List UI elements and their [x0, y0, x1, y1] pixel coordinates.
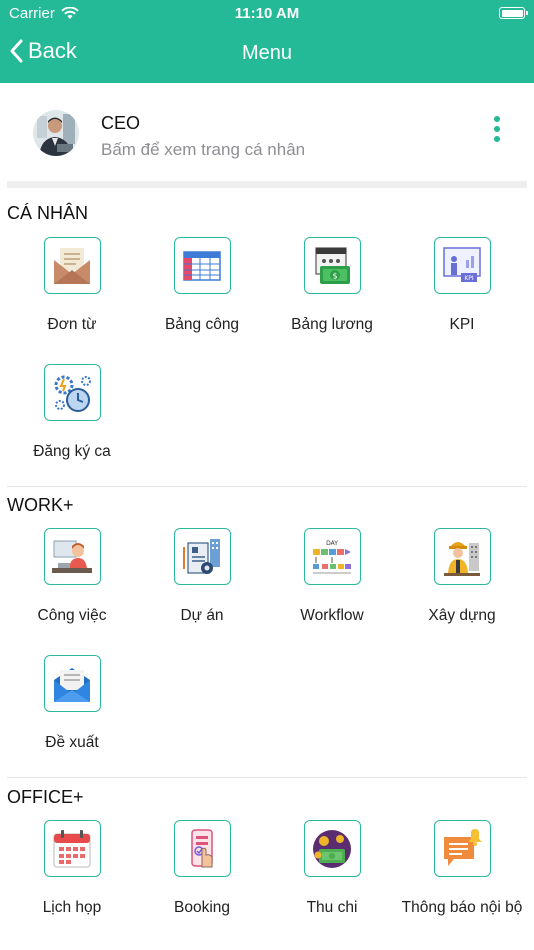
svg-text:$: $: [332, 271, 337, 280]
tile-don-tu[interactable]: Đơn từ: [7, 237, 137, 335]
section-title-work-plus: WORK+: [7, 495, 74, 515]
tile-icon-box: [433, 820, 491, 877]
svg-text:DAY: DAY: [326, 540, 338, 547]
more-options-button[interactable]: [493, 116, 501, 142]
tile-label: Workflow: [300, 607, 364, 624]
spreadsheet-icon: [183, 250, 221, 281]
tile-label: Thông báo nội bộ: [401, 899, 523, 916]
tile-label: Đơn từ: [47, 316, 97, 333]
tile-booking[interactable]: Booking: [137, 820, 267, 918]
tile-icon-box: [43, 528, 101, 585]
construction-worker-icon: [444, 541, 480, 576]
battery-icon: [499, 7, 528, 19]
profile-subtitle: Bấm để xem trang cá nhân: [101, 140, 306, 159]
tile-thong-bao-noi-bo[interactable]: Thông báo nội bộ: [397, 820, 527, 918]
letter-envelope-icon: [54, 247, 90, 284]
income-expense-icon: [313, 829, 351, 868]
tile-label: Thu chi: [306, 899, 358, 916]
page-title: Menu: [241, 42, 293, 64]
tile-du-an[interactable]: Dự án: [137, 528, 267, 626]
tile-dang-ky-ca[interactable]: Đăng ký ca: [7, 364, 137, 462]
kpi-presentation-icon: KPI: [443, 246, 481, 282]
tile-icon-box: $: [303, 237, 361, 294]
tile-label: KPI: [449, 316, 475, 333]
tile-label: Công việc: [37, 607, 107, 624]
status-time: 11:10 AM: [234, 5, 300, 22]
shift-clock-gears-icon: [54, 375, 91, 412]
tile-xay-dung[interactable]: Xây dựng: [397, 528, 527, 626]
more-dot-icon: [494, 136, 500, 142]
tile-workflow[interactable]: DAY Workflow: [267, 528, 397, 626]
tile-lich-hop[interactable]: Lịch họp: [7, 820, 137, 918]
tile-label: Đăng ký ca: [33, 443, 111, 460]
divider: [7, 777, 527, 778]
tile-icon-box: [43, 364, 101, 421]
tile-cong-viec[interactable]: Công việc: [7, 528, 137, 626]
proposal-envelope-icon: [54, 667, 90, 702]
tile-bang-cong[interactable]: Bảng công: [137, 237, 267, 335]
avatar: [33, 110, 79, 156]
booking-phone-icon: [191, 828, 213, 867]
tile-bang-luong[interactable]: $ Bảng lương: [267, 237, 397, 335]
tile-icon-box: [43, 820, 101, 877]
tile-icon-box: [43, 655, 101, 712]
notification-bell-icon: [444, 828, 482, 866]
divider: [7, 181, 527, 188]
tile-label: Xây dựng: [428, 607, 496, 624]
tile-icon-box: [173, 820, 231, 877]
tile-label: Booking: [173, 899, 230, 916]
tile-de-xuat[interactable]: Đề xuất: [7, 655, 137, 753]
section-title-ca-nhan: CÁ NHÂN: [7, 203, 89, 223]
person-at-desk-icon: [52, 540, 92, 573]
more-dot-icon: [494, 116, 500, 122]
project-documents-icon: [183, 538, 220, 574]
profile-name: CEO: [101, 113, 141, 133]
tile-label: Dự án: [180, 607, 224, 624]
tile-icon-box: KPI: [433, 237, 491, 294]
tile-label: Bảng công: [164, 316, 240, 333]
tile-label: Lịch họp: [42, 899, 102, 916]
tile-icon-box: [173, 528, 231, 585]
tile-icon-box: [43, 237, 101, 294]
navigation-bar: Back Menu: [0, 36, 534, 72]
tile-icon-box: [303, 820, 361, 877]
section-title-office-plus: OFFICE+: [7, 787, 84, 807]
top-bar: Carrier 11:10 AM Back Menu: [0, 0, 534, 83]
workflow-day-icon: DAY: [313, 540, 351, 573]
divider: [7, 486, 527, 487]
tile-label: Đề xuất: [45, 734, 99, 751]
tile-icon-box: [433, 528, 491, 585]
meeting-calendar-icon: [53, 829, 91, 868]
tile-icon-box: DAY: [303, 528, 361, 585]
more-dot-icon: [494, 126, 500, 132]
tile-kpi[interactable]: KPI KPI: [397, 237, 527, 335]
svg-text:KPI: KPI: [464, 275, 474, 282]
tile-thu-chi[interactable]: Thu chi: [267, 820, 397, 918]
payroll-money-icon: $: [315, 246, 350, 284]
status-bar: Carrier 11:10 AM: [0, 0, 534, 28]
tile-label: Bảng lương: [291, 316, 373, 333]
profile-row[interactable]: CEO Bấm để xem trang cá nhân: [0, 110, 534, 165]
tile-icon-box: [173, 237, 231, 294]
